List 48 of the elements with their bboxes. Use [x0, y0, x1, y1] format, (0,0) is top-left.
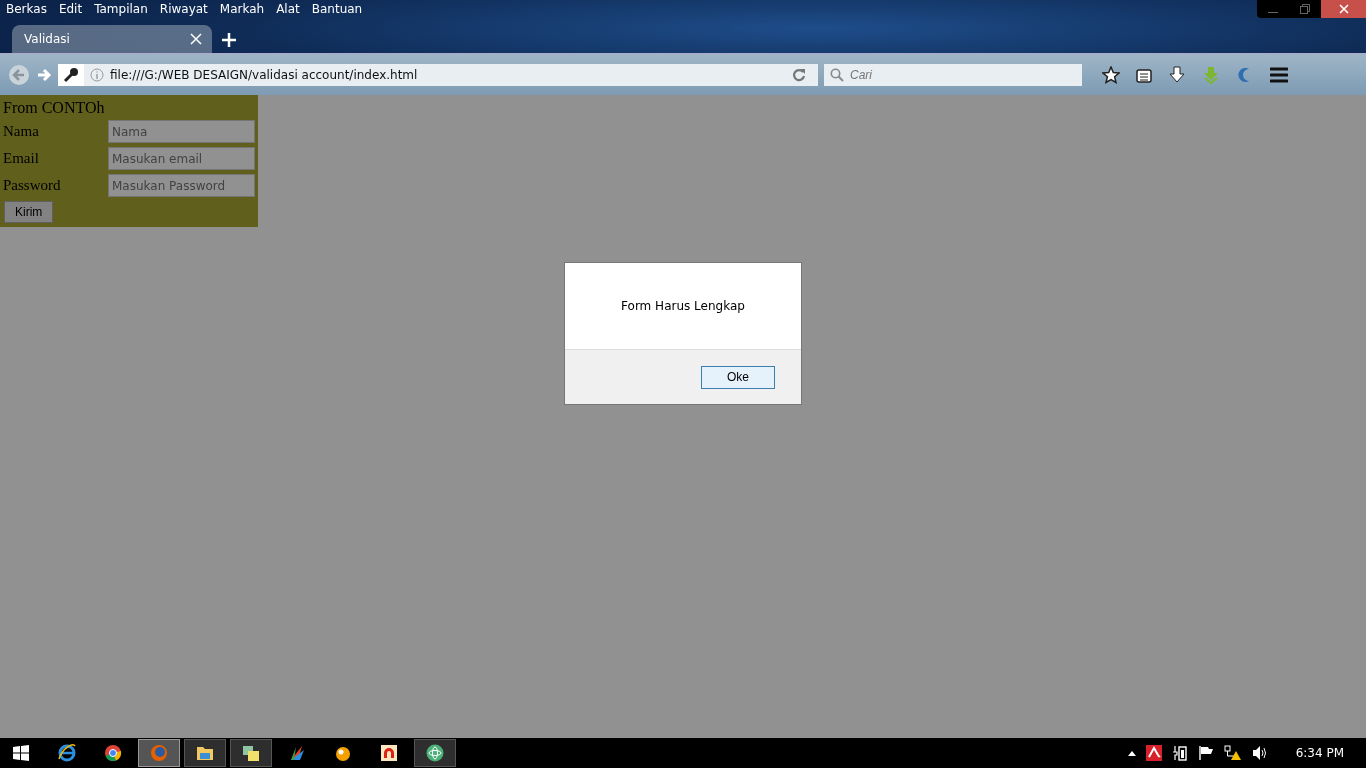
download-icon[interactable]: [1168, 65, 1186, 84]
close-icon[interactable]: [190, 33, 202, 45]
flag-icon[interactable]: [1197, 745, 1214, 761]
clock[interactable]: 6:34 PM: [1295, 746, 1344, 760]
ok-button[interactable]: Oke: [701, 365, 775, 389]
search-field[interactable]: Cari: [824, 63, 1082, 86]
menu-item[interactable]: Alat: [276, 2, 300, 18]
input-field[interactable]: Masukan Password: [108, 174, 255, 197]
alert-message: Form Harus Lengkap: [620, 298, 746, 315]
e-letter-icon: [57, 743, 77, 763]
atom-icon: [426, 744, 444, 762]
field-label: Email: [3, 150, 39, 167]
taskbar-item[interactable]: [230, 739, 272, 767]
menu-item[interactable]: Riwayat: [159, 2, 208, 18]
form-title: From CONTOh: [3, 99, 106, 117]
battery-icon[interactable]: [1171, 745, 1188, 761]
clipboard-list-icon[interactable]: [1136, 66, 1152, 83]
close-icon[interactable]: [1321, 0, 1366, 18]
folder-icon: [196, 745, 214, 761]
taskbar-item[interactable]: [414, 739, 456, 767]
speaker-icon[interactable]: [1251, 745, 1268, 761]
star-icon[interactable]: [1102, 65, 1120, 84]
menu-item[interactable]: Berkas: [6, 2, 47, 18]
field-label: Password: [3, 177, 61, 194]
stacked-pictures-icon: [242, 744, 260, 762]
menu-item[interactable]: Markah: [219, 2, 265, 18]
field-label: Nama: [3, 123, 39, 140]
forward-arrow-icon[interactable]: [36, 66, 52, 83]
menu-icon[interactable]: [1270, 66, 1288, 83]
plus-icon[interactable]: [222, 33, 236, 47]
input-field[interactable]: Nama: [108, 120, 255, 143]
menu-item[interactable]: Tampilan: [94, 2, 148, 18]
ball-icon: [334, 744, 352, 762]
network-warning-icon[interactable]: [1223, 745, 1242, 761]
taskbar-item[interactable]: [184, 739, 226, 767]
fan-icon: [288, 744, 306, 762]
menu-item[interactable]: Edit: [58, 2, 83, 18]
address-bar[interactable]: file:///G:/WEB DESAIGN/validasi account/index.html: [58, 63, 818, 86]
chevron-up-icon[interactable]: [1127, 750, 1136, 756]
tricolor-circle-icon: [104, 744, 122, 762]
arch-icon: [381, 745, 397, 761]
submit-button[interactable]: Kirim: [4, 201, 54, 223]
key-icon[interactable]: [58, 63, 84, 86]
reload-icon[interactable]: [792, 67, 806, 82]
browser-tab[interactable]: Validasi: [12, 25, 212, 53]
menu-item[interactable]: Bantuan: [311, 2, 363, 18]
windows-logo-icon: [13, 745, 29, 761]
input-field[interactable]: Masukan email: [108, 147, 255, 170]
